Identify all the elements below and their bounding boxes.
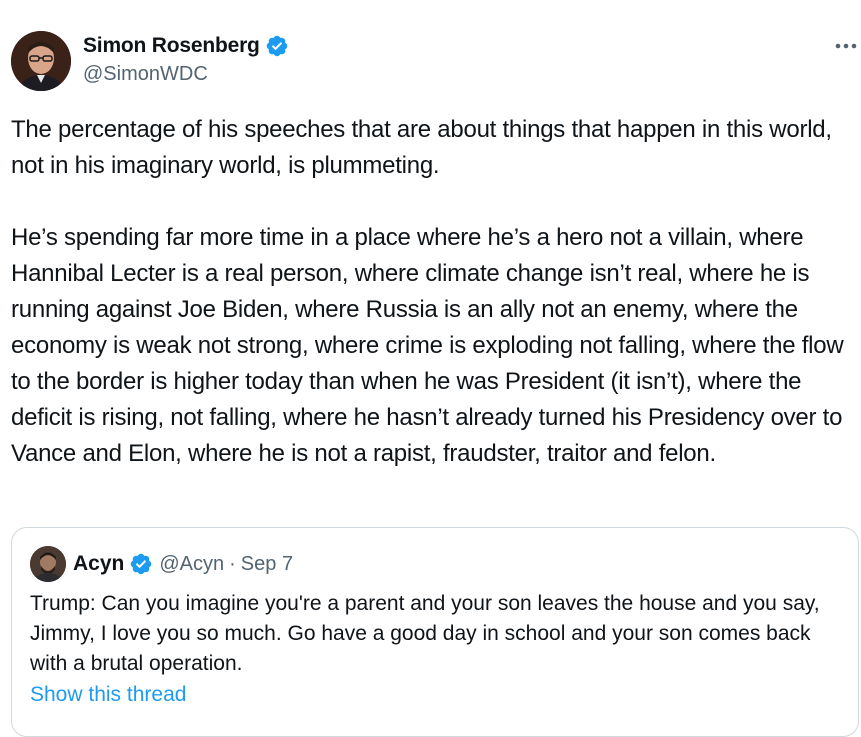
more-horizontal-icon[interactable]	[833, 36, 859, 56]
show-thread-link[interactable]: Show this thread	[30, 683, 186, 707]
tweet: Simon Rosenberg @SimonWDC The percentage…	[0, 0, 861, 737]
author-avatar-image	[11, 31, 71, 91]
quote-header: Acyn @Acyn · Sep 7	[73, 550, 293, 578]
author-avatar[interactable]	[11, 31, 71, 91]
verified-badge-icon[interactable]	[129, 552, 153, 576]
quote-author-avatar[interactable]	[30, 546, 66, 582]
quote-text: Trump: Can you imagine you're a parent a…	[30, 592, 820, 675]
quote-avatar-image	[30, 546, 66, 582]
quote-tweet-card[interactable]: Acyn @Acyn · Sep 7 Trump: Can you imagin…	[11, 527, 859, 737]
quote-separator: ·	[229, 552, 236, 575]
author-name-row: Simon Rosenberg	[83, 33, 289, 59]
tweet-text: The percentage of his speeches that are …	[11, 116, 844, 467]
author-name[interactable]: Simon Rosenberg	[83, 34, 260, 58]
quote-date[interactable]: Sep 7	[241, 553, 293, 576]
quote-author-handle[interactable]: @Acyn	[159, 553, 224, 576]
verified-badge-icon[interactable]	[265, 34, 289, 58]
author-handle[interactable]: @SimonWDC	[83, 63, 208, 86]
quote-author-name[interactable]: Acyn	[73, 552, 124, 576]
